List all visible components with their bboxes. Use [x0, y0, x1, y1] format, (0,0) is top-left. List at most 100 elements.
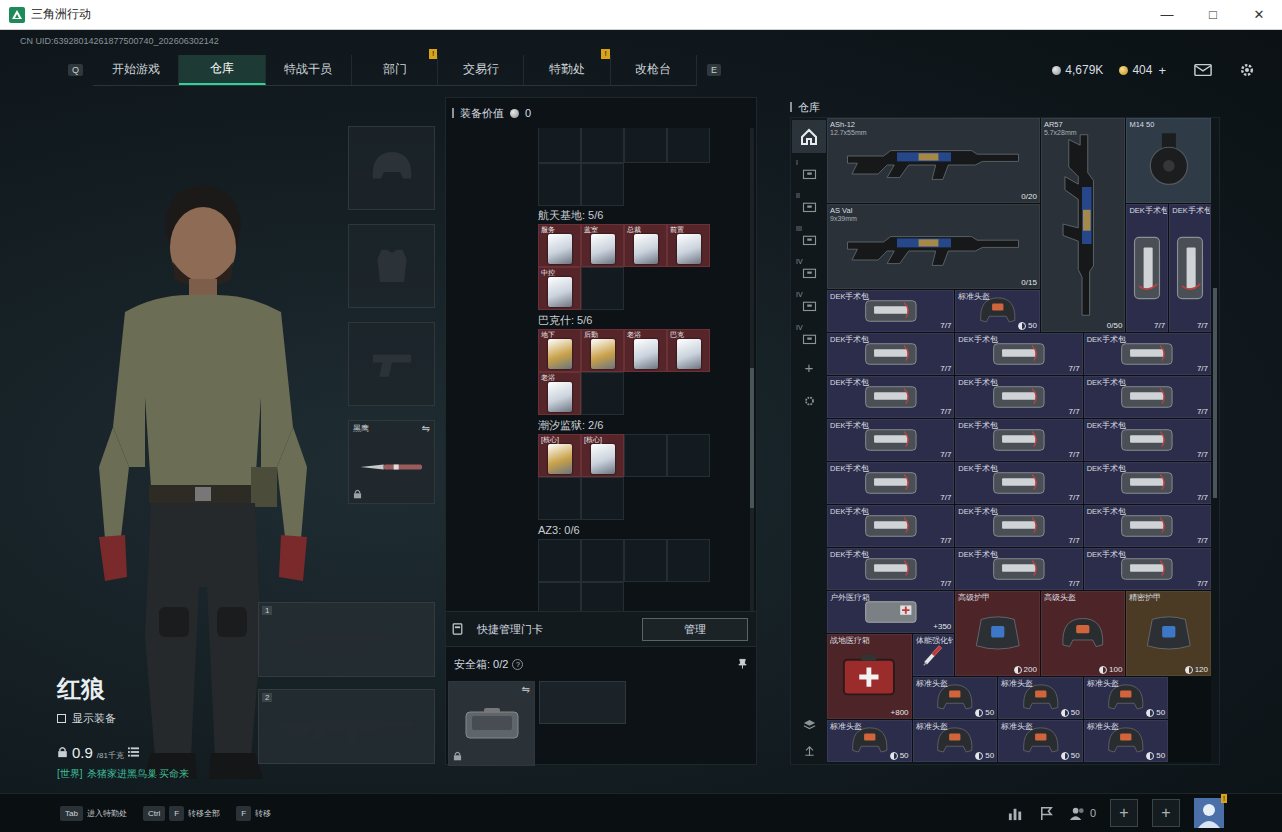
warehouse-item[interactable]: DEK手术包7/7 — [955, 462, 1082, 504]
warehouse-tab[interactable]: IV — [792, 285, 826, 318]
warehouse-item[interactable]: DEK手术包7/7 — [955, 419, 1082, 461]
keycard-slot[interactable] — [581, 267, 624, 310]
warehouse-item[interactable]: 标准头盔50 — [1084, 720, 1169, 762]
keycard-slot[interactable] — [624, 434, 667, 477]
layers-icon[interactable] — [802, 718, 817, 732]
invite-button[interactable]: + — [1152, 799, 1180, 827]
gear-slot[interactable]: 黑鹰⇋ — [348, 420, 435, 504]
keycard-slot[interactable]: 后勤 — [581, 329, 624, 372]
keycard-slot[interactable] — [667, 128, 710, 163]
warehouse-tab[interactable]: III — [792, 219, 826, 252]
keycard-slot[interactable]: 服务 — [538, 224, 581, 267]
warehouse-item[interactable]: DEK手术包7/7 — [827, 419, 954, 461]
keycard-slot[interactable]: 中控 — [538, 267, 581, 310]
melee-swap-button[interactable]: ⇋ — [422, 423, 430, 434]
warehouse-item[interactable]: DEK手术包7/7 — [1084, 333, 1211, 375]
safebox-slot[interactable]: ⇋ — [448, 681, 535, 766]
warehouse-item[interactable]: DEK手术包7/7 — [1084, 462, 1211, 504]
keycard-slot[interactable]: 巴克 — [667, 329, 710, 372]
keycard-slot[interactable] — [624, 128, 667, 163]
nav-tab[interactable]: 仓库 — [179, 55, 265, 85]
currency-add-button[interactable]: + — [1158, 63, 1166, 78]
gear-icon[interactable] — [1238, 62, 1256, 78]
warehouse-item[interactable]: 战地医疗箱+800 — [827, 634, 912, 719]
warehouse-item[interactable]: DEK手术包7/7 — [1169, 204, 1211, 332]
scrollbar[interactable] — [1211, 118, 1219, 764]
keycard-slot[interactable] — [581, 163, 624, 206]
warehouse-item[interactable]: 标准头盔50 — [998, 720, 1083, 762]
gear-slot[interactable] — [348, 322, 435, 406]
player-avatar[interactable]: ! — [1194, 798, 1224, 828]
keycard-slot[interactable] — [667, 434, 710, 477]
keycard-slot[interactable] — [581, 128, 624, 163]
flag-icon[interactable] — [1038, 805, 1055, 822]
warehouse-item[interactable]: 高级护甲200 — [955, 591, 1040, 676]
window-control-button[interactable]: □ — [1190, 0, 1236, 30]
keycard-slot[interactable] — [538, 163, 581, 206]
pin-icon[interactable] — [737, 658, 748, 670]
weapon-slot[interactable]: 2 — [258, 689, 435, 764]
gear-slot[interactable] — [348, 126, 435, 210]
warehouse-item[interactable]: DEK手术包7/7 — [1084, 505, 1211, 547]
warehouse-item[interactable]: DEK手术包7/7 — [955, 376, 1082, 418]
keycard-slot[interactable]: 地下 — [538, 329, 581, 372]
warehouse-item[interactable]: DEK手术包7/7 — [827, 462, 954, 504]
keycard-slot[interactable]: 总裁 — [624, 224, 667, 267]
key-hint[interactable]: Tab进入特勤处 — [60, 806, 127, 821]
warehouse-item[interactable]: 标准头盔50 — [955, 290, 1040, 332]
warehouse-item[interactable]: DEK手术包7/7 — [955, 333, 1082, 375]
keycard-slot[interactable] — [538, 477, 581, 520]
warehouse-item[interactable]: M14 50 — [1126, 118, 1211, 203]
window-control-button[interactable]: — — [1144, 0, 1190, 30]
warehouse-item[interactable]: DEK手术包7/7 — [1126, 204, 1168, 332]
warehouse-item[interactable]: DEK手术包7/7 — [827, 376, 954, 418]
safebox-swap-button[interactable]: ⇋ — [522, 684, 530, 695]
warehouse-item[interactable]: DEK手术包7/7 — [955, 505, 1082, 547]
warehouse-item[interactable]: 标准头盔50 — [913, 677, 998, 719]
nav-next-key[interactable]: E — [707, 64, 721, 76]
world-chat[interactable]: [世界]杀猪家进黑鸟巢 买命来 — [57, 767, 189, 781]
scrollbar-thumb[interactable] — [750, 368, 754, 508]
mail-icon[interactable] — [1194, 62, 1212, 78]
keycard-slot[interactable] — [538, 539, 581, 582]
warehouse-item[interactable]: DEK手术包7/7 — [1084, 419, 1211, 461]
keycard-slot[interactable] — [624, 539, 667, 582]
show-equipment-toggle[interactable]: 显示装备 — [57, 711, 189, 726]
warehouse-tab[interactable]: IV — [792, 252, 826, 285]
warehouse-item[interactable]: AS Val9x39mm0/15 — [827, 204, 1040, 289]
warehouse-item[interactable]: 体能强化针 — [913, 634, 955, 676]
keycard-slot[interactable] — [581, 582, 624, 611]
warehouse-item[interactable]: 精密护甲120 — [1126, 591, 1211, 676]
warehouse-tab[interactable]: II — [792, 186, 826, 219]
keycard-slot[interactable] — [667, 539, 710, 582]
warehouse-item[interactable]: AR575.7x28mm0/50 — [1041, 118, 1126, 332]
friends-button[interactable]: 0 — [1069, 805, 1096, 822]
nav-tab[interactable]: 部门! — [352, 55, 438, 85]
keycard-slot[interactable]: 蓝室 — [581, 224, 624, 267]
warehouse-item[interactable]: ASh-1212.7x55mm0/20 — [827, 118, 1040, 203]
warehouse-item[interactable]: DEK手术包7/7 — [1084, 548, 1211, 590]
nav-prev-key[interactable]: Q — [68, 64, 83, 76]
window-control-button[interactable]: ✕ — [1236, 0, 1282, 30]
warehouse-item[interactable]: 标准头盔50 — [827, 720, 912, 762]
warehouse-item[interactable]: DEK手术包7/7 — [827, 548, 954, 590]
key-hint[interactable]: CtrlF转移全部 — [143, 806, 220, 821]
keycard-slot[interactable] — [538, 128, 581, 163]
invite-button[interactable]: + — [1110, 799, 1138, 827]
keycard-slot[interactable]: 老浴 — [624, 329, 667, 372]
weapon-slot[interactable]: 1 — [258, 602, 435, 677]
warehouse-item[interactable]: DEK手术包7/7 — [827, 333, 954, 375]
warehouse-tab[interactable] — [792, 120, 826, 153]
keycard-slot[interactable]: 老浴 — [538, 372, 581, 415]
keycard-slot[interactable] — [538, 582, 581, 611]
safebox-help-button[interactable]: ? — [512, 659, 523, 670]
warehouse-item[interactable]: DEK手术包7/7 — [955, 548, 1082, 590]
nav-tab[interactable]: 特勤处! — [524, 55, 610, 85]
nav-tab[interactable]: 交易行 — [438, 55, 524, 85]
warehouse-item[interactable]: 高级头盔100 — [1041, 591, 1126, 676]
list-icon[interactable] — [128, 746, 139, 758]
stats-chart-icon[interactable] — [1007, 805, 1024, 822]
warehouse-item[interactable]: 标准头盔50 — [1084, 677, 1169, 719]
warehouse-item[interactable]: DEK手术包7/7 — [827, 505, 954, 547]
keycard-slot[interactable]: 前置 — [667, 224, 710, 267]
